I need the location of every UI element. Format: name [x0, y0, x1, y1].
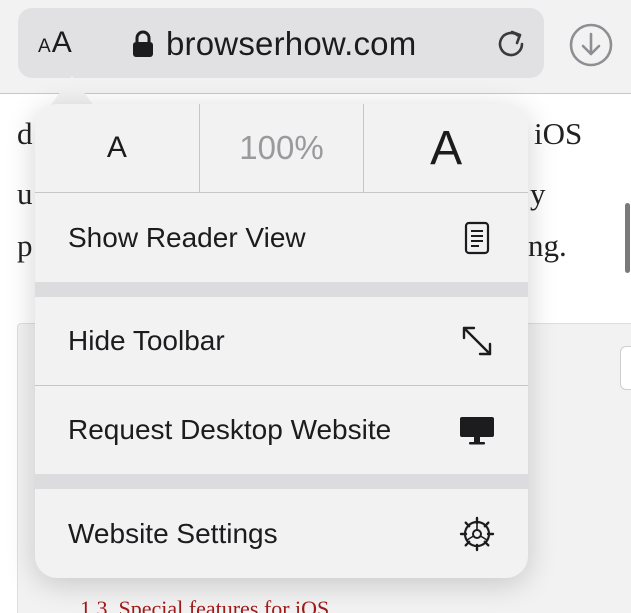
text-size-button[interactable]: AA	[38, 26, 72, 60]
menu-item-label: Website Settings	[68, 517, 278, 549]
zoom-level-label: 100%	[239, 129, 324, 166]
toc-toggle-button[interactable]	[620, 346, 631, 390]
expand-arrows-icon	[462, 326, 492, 356]
scrollbar-thumb[interactable]	[625, 203, 630, 273]
gear-icon	[459, 516, 495, 551]
zoom-out-button[interactable]: A	[35, 104, 199, 192]
page-text-fragment: y	[530, 176, 546, 211]
menu-item-website-settings[interactable]: Website Settings	[35, 489, 528, 578]
desktop-icon	[460, 417, 494, 445]
zoom-out-label: A	[106, 131, 127, 164]
lock-icon	[133, 30, 153, 57]
toc-link[interactable]: 1.3. Special features for iOS	[80, 596, 329, 613]
page-text-fragment: ng.	[528, 228, 567, 263]
page-text-fragment: u	[17, 176, 33, 211]
menu-item-label: Hide Toolbar	[68, 325, 225, 356]
page-text-fragment: iOS	[534, 116, 583, 151]
page-settings-popover: A 100% A Show Reader View Hide Toolbar R…	[35, 104, 528, 578]
zoom-in-button[interactable]: A	[363, 104, 528, 192]
section-separator	[35, 282, 528, 297]
zoom-level-button[interactable]: 100%	[198, 104, 364, 192]
reader-icon	[464, 221, 490, 254]
zoom-controls: A 100% A	[35, 104, 528, 193]
section-separator	[35, 474, 528, 489]
zoom-in-label: A	[430, 121, 463, 175]
text-size-large-glyph: A	[51, 26, 72, 59]
menu-item-hide-toolbar[interactable]: Hide Toolbar	[35, 297, 528, 385]
menu-item-label: Request Desktop Website	[68, 414, 392, 445]
browser-toolbar: AA browserhow.com	[0, 0, 631, 94]
menu-item-show-reader-view[interactable]: Show Reader View	[35, 193, 528, 282]
page-text-fragment: p	[17, 228, 33, 263]
popover-caret	[50, 76, 94, 106]
text-size-small-glyph: A	[38, 36, 51, 57]
menu-item-request-desktop-website[interactable]: Request Desktop Website	[35, 386, 528, 474]
url-text: browserhow.com	[166, 25, 417, 62]
download-icon[interactable]	[568, 22, 614, 68]
reload-icon[interactable]	[494, 26, 530, 62]
page-text-fragment: d	[17, 116, 33, 151]
address-bar[interactable]: AA browserhow.com	[18, 8, 544, 78]
menu-item-label: Show Reader View	[68, 221, 306, 253]
